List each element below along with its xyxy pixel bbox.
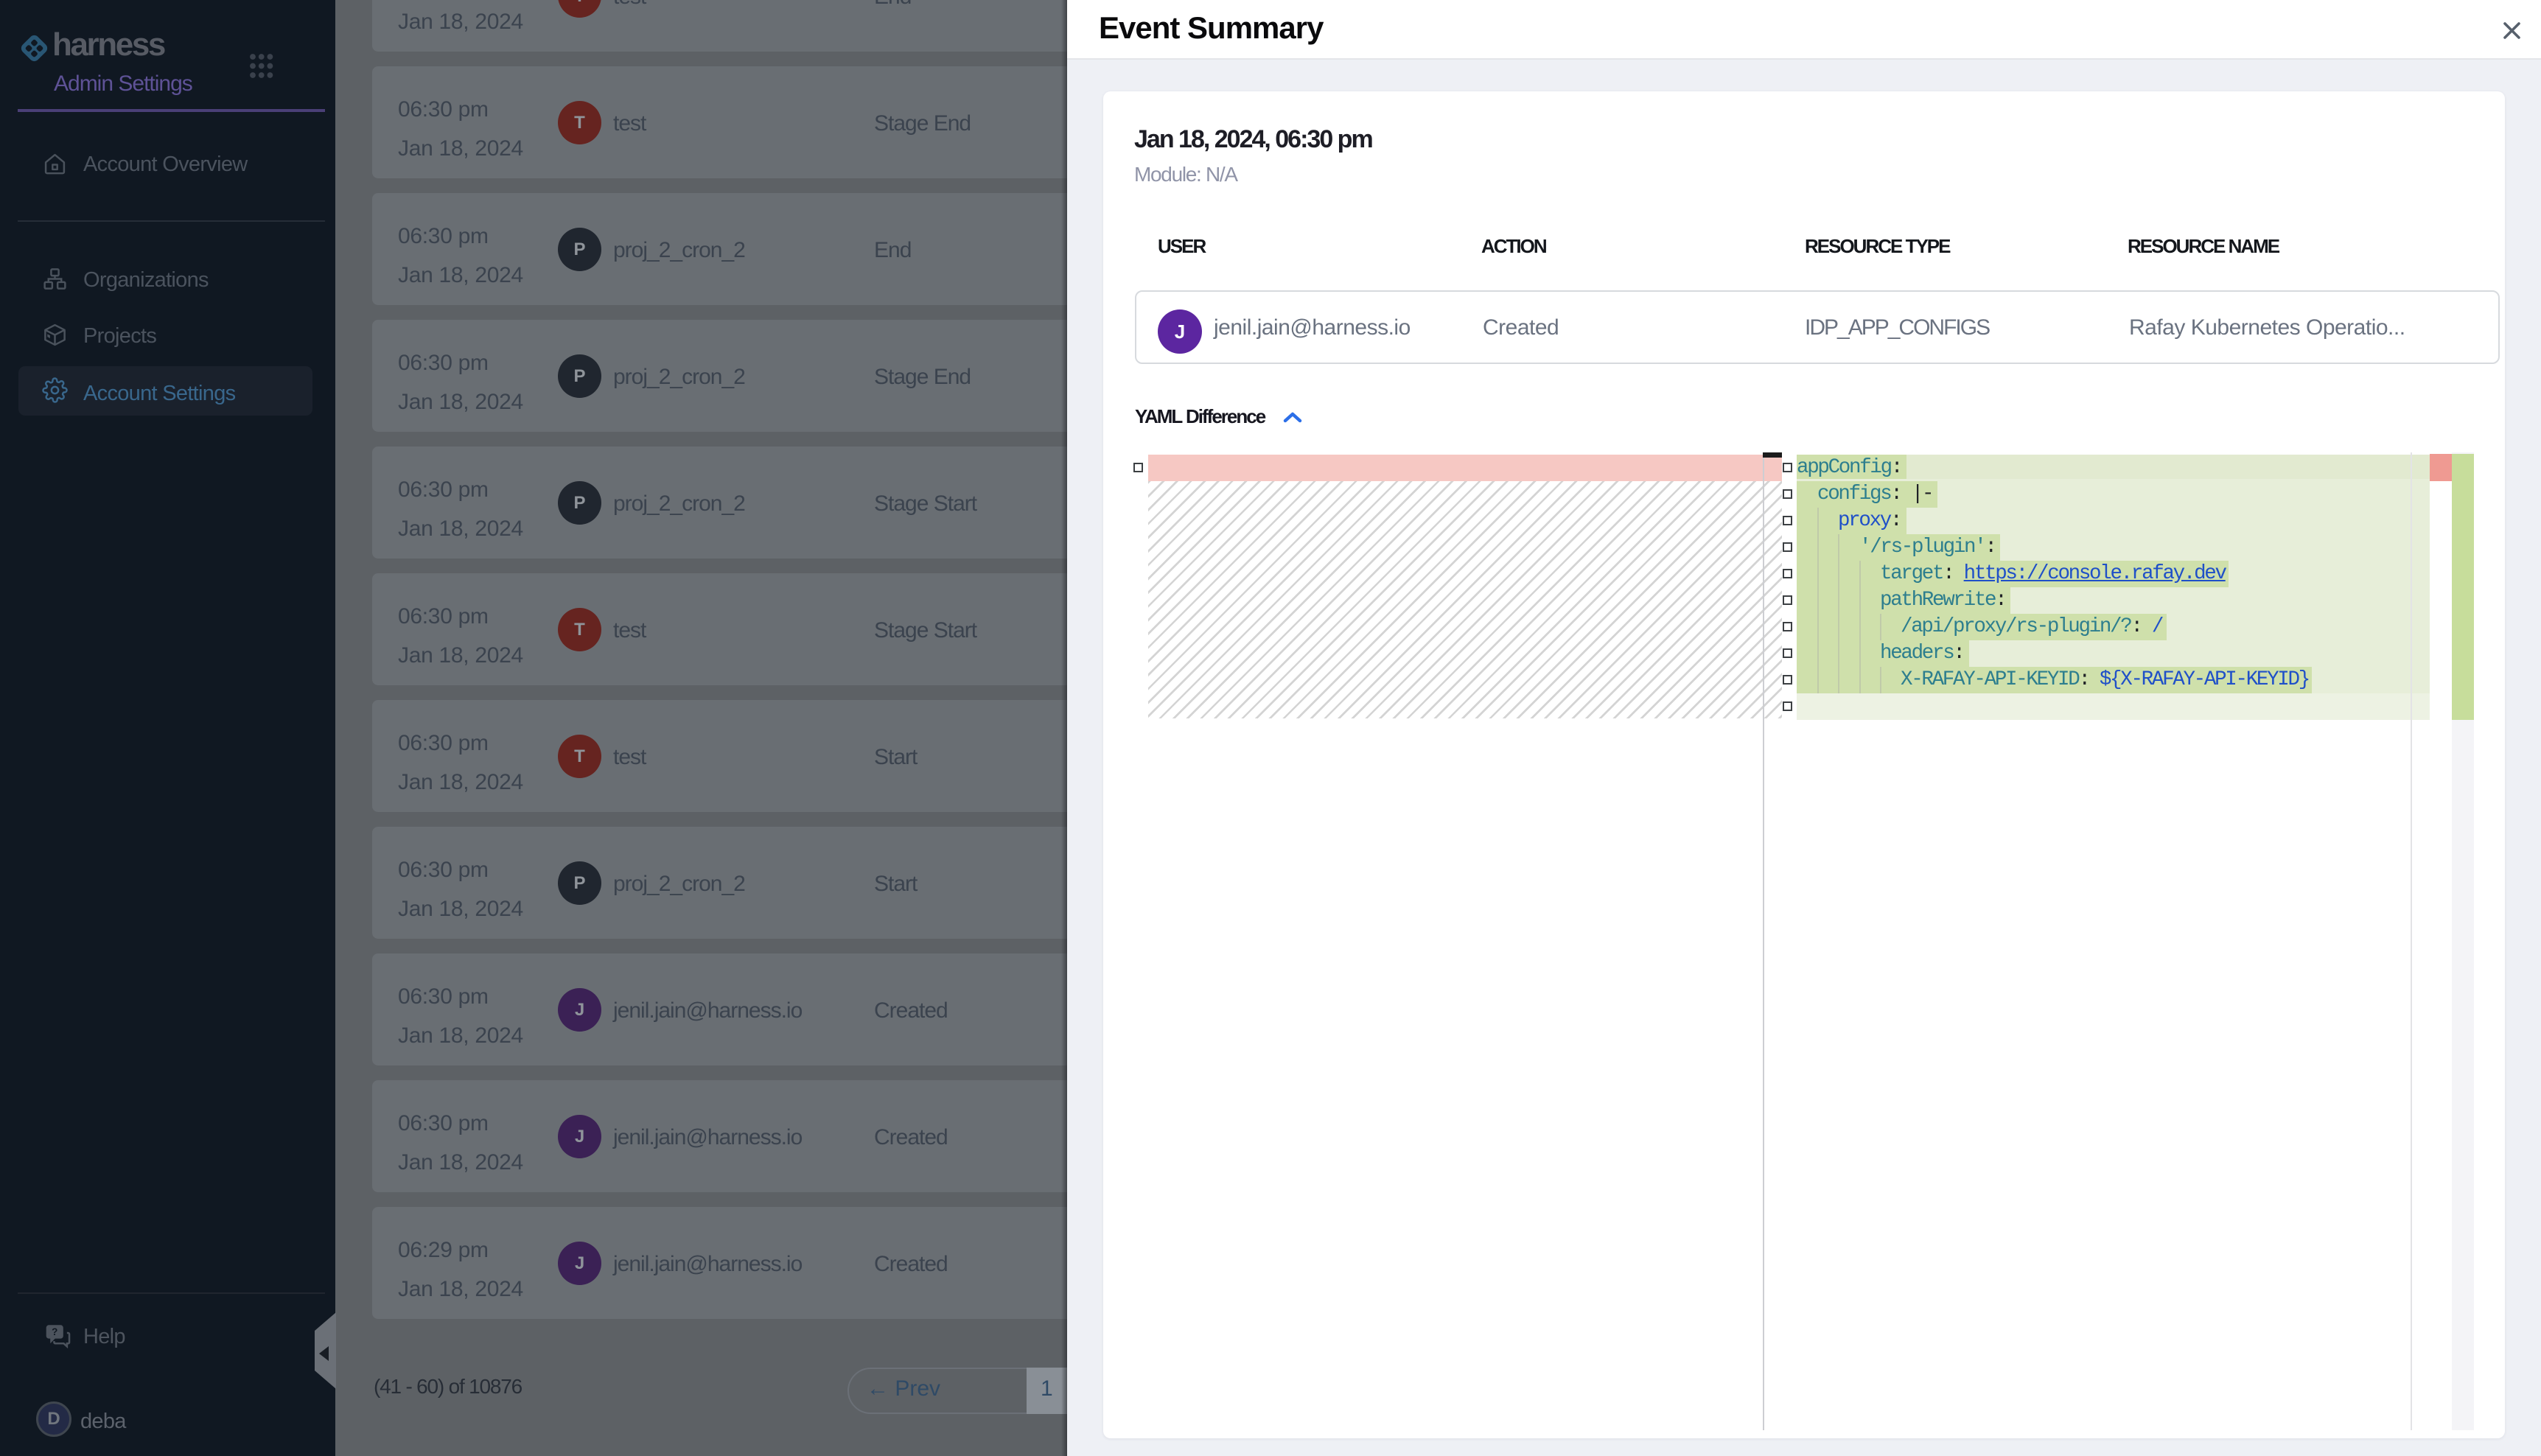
- svg-text:?: ?: [52, 1326, 57, 1337]
